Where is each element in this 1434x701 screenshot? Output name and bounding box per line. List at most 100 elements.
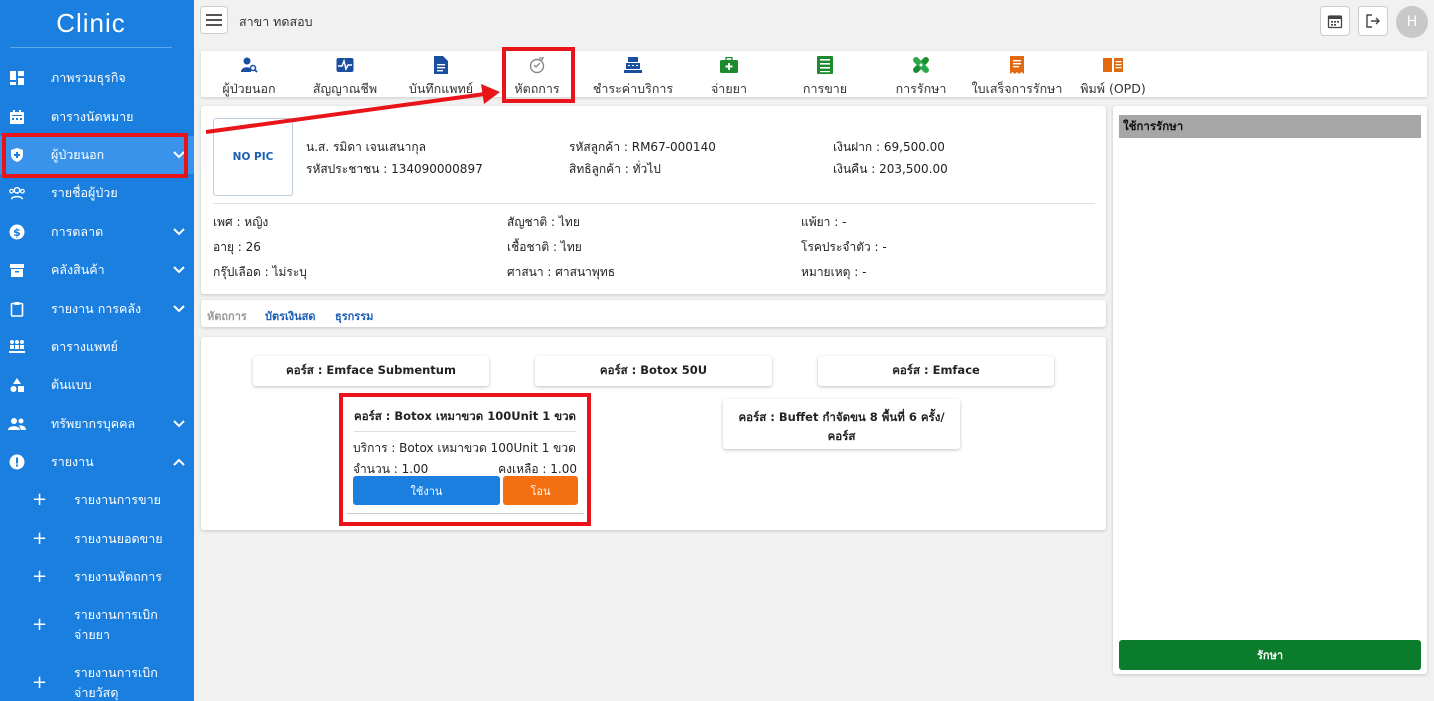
doctors-icon <box>8 338 26 356</box>
sidebar-item-marketing[interactable]: $ การตลาด <box>0 213 194 251</box>
patient-nationality: สัญชาติ : ไทย <box>507 215 580 229</box>
patient-race: เชื้อชาติ : ไทย <box>507 240 582 254</box>
course-emface[interactable]: คอร์ส : Emface <box>818 356 1054 386</box>
sidebar-subitem-supply-withdraw-report[interactable]: + รายงานการเบิก จ่ายวัสดุ <box>0 654 194 701</box>
sidebar: Clinic ภาพรวมธุรกิจ ตารางนัดหมาย ผู้ป่วย… <box>0 0 194 701</box>
archive-icon <box>8 261 26 279</box>
tab-label: สัญญาณชีพ <box>312 81 378 96</box>
subtab-procedure[interactable]: หัตถการ <box>207 307 247 325</box>
sidebar-subitem-sales-total-report[interactable]: + รายงานยอดขาย <box>0 520 194 558</box>
course-emface-submentum[interactable]: คอร์ส : Emface Submentum <box>253 356 489 386</box>
sidebar-item-label: คลังสินค้า <box>51 262 105 278</box>
patient-allergy: แพ้ยา : - <box>801 215 847 229</box>
sidebar-item-inventory[interactable]: คลังสินค้า <box>0 251 194 289</box>
sidebar-item-label: ตารางแพทย์ <box>51 338 118 354</box>
tab-treatment[interactable]: การรักษา <box>873 55 969 99</box>
module-tabs: ผู้ป่วยนอก สัญญาณชีพ บันทึกแพทย์ หัตถการ… <box>201 51 1427 97</box>
chevron-down-icon <box>164 417 194 431</box>
patient-blood-group: กรุ๊ปเลือด : ไม่ระบุ <box>213 265 307 279</box>
topbar: สาขา ทดสอบ H <box>194 0 1434 44</box>
user-avatar[interactable]: H <box>1396 6 1428 38</box>
tab-label: การรักษา <box>895 81 947 96</box>
plus-icon: + <box>32 672 48 694</box>
calendar-button[interactable] <box>1320 6 1350 36</box>
sidebar-item-dashboard[interactable]: ภาพรวมธุรกิจ <box>0 59 194 97</box>
calendar-icon <box>8 108 26 126</box>
treatment-panel: ใช้การรักษา รักษา <box>1113 106 1427 674</box>
tab-label: ชำระค่าบริการ <box>592 81 674 96</box>
sidebar-item-label: ต้นแบบ <box>51 377 92 393</box>
sidebar-item-doctor-schedule[interactable]: ตารางแพทย์ <box>0 328 194 366</box>
sidebar-item-label: รายชื่อผู้ป่วย <box>51 185 118 201</box>
sidebar-item-hr[interactable]: ทรัพยากรบุคคล <box>0 405 194 443</box>
course-buffet-hair-removal[interactable]: คอร์ส : Buffet กำจัดขน 8 พื้นที่ 6 ครั้ง… <box>723 399 960 449</box>
customer-code: รหัสลูกค้า : RM67-000140 <box>569 140 716 154</box>
customer-right: สิทธิลูกค้า : ทั่วไป <box>569 162 661 176</box>
sidebar-item-appointments[interactable]: ตารางนัดหมาย <box>0 97 194 135</box>
tab-label: ผู้ป่วยนอก <box>222 81 276 96</box>
sidebar-item-templates[interactable]: ต้นแบบ <box>0 366 194 404</box>
patient-note: หมายเหตุ : - <box>801 265 867 279</box>
tab-label: การขาย <box>802 81 848 96</box>
course-list: คอร์ส : Emface Submentum คอร์ส : Botox 5… <box>201 337 1106 530</box>
sidebar-item-label: ตารางนัดหมาย <box>51 108 134 124</box>
tab-outpatient[interactable]: ผู้ป่วยนอก <box>201 55 297 99</box>
cash-register-icon <box>585 55 681 75</box>
alert-icon <box>8 453 26 471</box>
sidebar-subitem-label: รายงานหัตถการ <box>74 569 162 585</box>
patient-search-icon <box>201 55 297 75</box>
sidebar-subitem-label: รายงานการขาย <box>74 492 161 508</box>
sidebar-subitem-label: รายงานการเบิก จ่ายยา <box>74 607 158 643</box>
highlight-box-outpatient <box>2 133 188 178</box>
shapes-icon <box>8 376 26 394</box>
sidebar-item-patient-list[interactable]: รายชื่อผู้ป่วย <box>0 174 194 212</box>
subtab-transactions[interactable]: ธุรกรรม <box>335 307 373 325</box>
sidebar-item-label: การตลาด <box>51 223 104 239</box>
treat-button[interactable]: รักษา <box>1119 640 1421 670</box>
tab-payment[interactable]: ชำระค่าบริการ <box>585 55 681 99</box>
tab-vital-signs[interactable]: สัญญาณชีพ <box>297 55 393 99</box>
highlight-box-procedure-tab <box>502 47 575 103</box>
sidebar-subitem-label: รายงานการเบิก จ่ายวัสดุ <box>74 665 158 701</box>
medkit-icon <box>681 55 777 75</box>
document-icon <box>393 55 489 75</box>
patient-photo: NO PIC <box>213 118 293 196</box>
clipboard-icon <box>8 300 26 318</box>
course-buffet-line2: คอร์ส <box>827 429 856 443</box>
brand-logo: Clinic <box>10 0 172 48</box>
receipt-icon <box>969 55 1065 75</box>
subtab-cash-card[interactable]: บัตรเงินสด <box>265 307 316 325</box>
sidebar-item-label: ภาพรวมธุรกิจ <box>51 70 126 86</box>
logout-icon <box>1366 14 1380 28</box>
people-icon <box>8 415 26 433</box>
sidebar-item-label: รายงาน <box>51 454 94 470</box>
dollar-icon: $ <box>8 223 26 241</box>
sidebar-item-reports[interactable]: รายงาน <box>0 443 194 481</box>
tab-doctor-notes[interactable]: บันทึกแพทย์ <box>393 55 489 99</box>
tab-label: บันทึกแพทย์ <box>408 81 474 96</box>
patient-gender: เพศ : หญิง <box>213 215 269 229</box>
tab-treatment-receipt[interactable]: ใบเสร็จการรักษา <box>969 55 1065 99</box>
calendar-icon <box>1327 15 1343 29</box>
plus-icon: + <box>32 566 48 588</box>
svg-text:$: $ <box>13 226 21 239</box>
menu-button[interactable] <box>200 6 228 34</box>
sidebar-subitem-procedure-report[interactable]: + รายงานหัตถการ <box>0 558 194 596</box>
patient-national-id: รหัสประชาชน : 134090000897 <box>306 162 483 176</box>
course-botox-50u[interactable]: คอร์ส : Botox 50U <box>535 356 772 386</box>
plus-icon: + <box>32 527 48 549</box>
tab-dispense[interactable]: จ่ายยา <box>681 55 777 99</box>
logout-button[interactable] <box>1358 6 1388 36</box>
patient-disease: โรคประจำตัว : - <box>801 240 887 254</box>
sidebar-subitem-sales-report[interactable]: + รายงานการขาย <box>0 481 194 519</box>
plus-icon: + <box>32 489 48 511</box>
sub-tabs: หัตถการ บัตรเงินสด ธุรกรรม <box>201 300 1106 327</box>
sidebar-item-finance-report[interactable]: รายงาน การคลัง <box>0 289 194 327</box>
tab-print-opd[interactable]: พิมพ์ (OPD) <box>1065 55 1161 99</box>
sidebar-subitem-drug-withdraw-report[interactable]: + รายงานการเบิก จ่ายยา <box>0 596 194 654</box>
highlight-box-course-detail <box>339 393 591 526</box>
bandage-icon <box>873 55 969 75</box>
tab-sales[interactable]: การขาย <box>777 55 873 99</box>
tab-label: ใบเสร็จการรักษา <box>971 81 1063 96</box>
deposit-amount: เงินฝาก : 69,500.00 <box>833 140 945 154</box>
